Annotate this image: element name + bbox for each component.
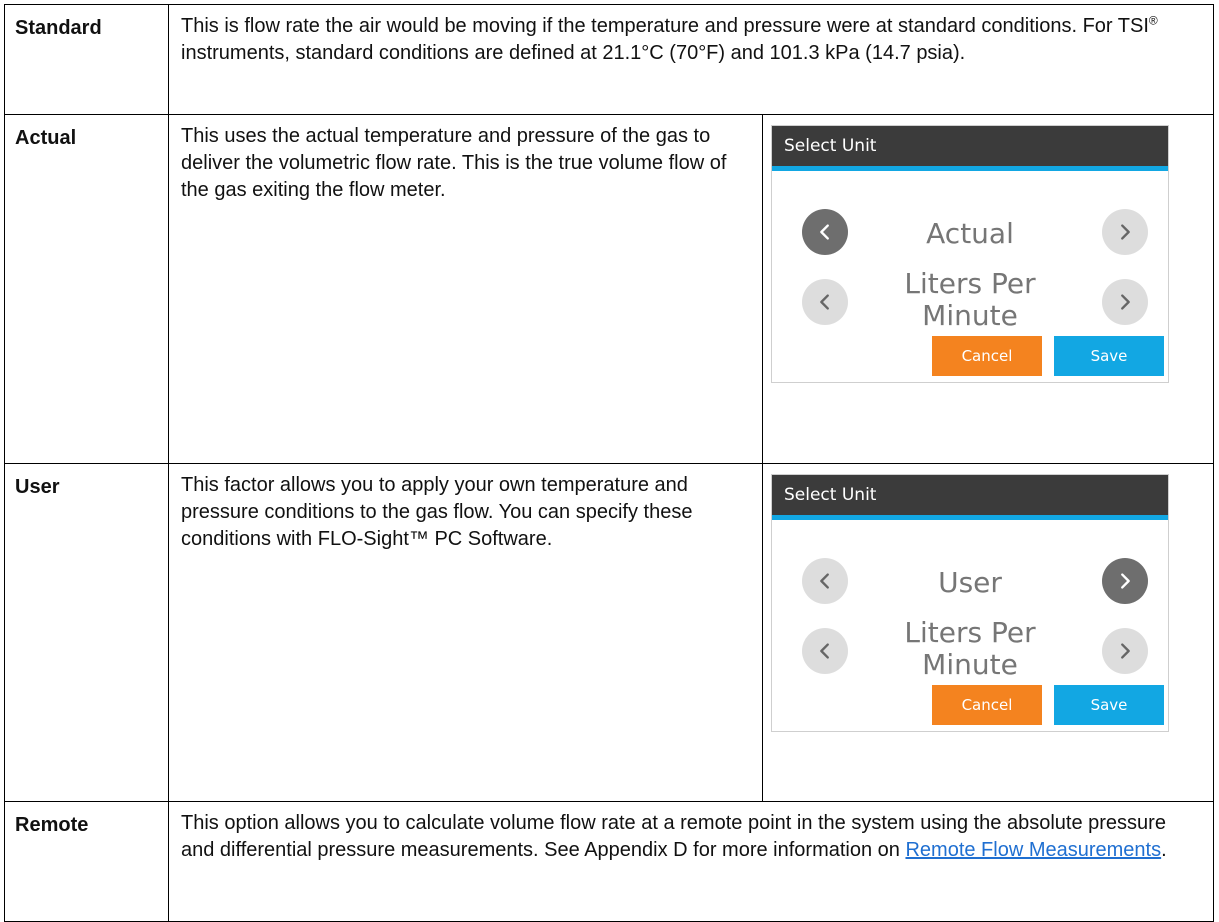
chevron-left-icon	[820, 224, 829, 240]
chevron-right-icon	[1121, 294, 1130, 310]
row-user: User This factor allows you to apply you…	[4, 463, 1215, 802]
option-value: User	[938, 566, 1002, 599]
screenshot-cell-user: Select Unit User Liters Per Minute Cance…	[761, 463, 1215, 802]
screenshot-cell-actual: Select Unit Actual Liters Per Minute Can…	[761, 114, 1215, 464]
row-remote: Remote This option allows you to calcula…	[4, 801, 1215, 922]
chevron-left-icon	[820, 573, 829, 589]
row-actual: Actual This uses the actual temperature …	[4, 114, 1215, 464]
desc-remote: This option allows you to calculate volu…	[167, 801, 1215, 922]
unit-next-button[interactable]	[1102, 628, 1148, 674]
screen-title: Select Unit	[772, 126, 1168, 166]
header-accent-rule	[772, 515, 1168, 520]
cancel-button[interactable]: Cancel	[932, 685, 1042, 725]
term-remote: Remote	[4, 801, 169, 922]
cancel-button[interactable]: Cancel	[932, 336, 1042, 376]
term-actual: Actual	[4, 114, 169, 464]
chevron-right-icon	[1121, 224, 1130, 240]
desc-actual: This uses the actual temperature and pre…	[168, 114, 763, 464]
remote-flow-measurements-link[interactable]: Remote Flow Measurements	[905, 839, 1161, 861]
unit-prev-button[interactable]	[802, 628, 848, 674]
chevron-left-icon	[820, 643, 829, 659]
unit-value: Liters Per Minute	[904, 616, 1036, 681]
save-button[interactable]: Save	[1054, 685, 1164, 725]
select-unit-screen-user: Select Unit User Liters Per Minute Cance…	[771, 474, 1169, 732]
desc-user: This factor allows you to apply your own…	[168, 463, 763, 802]
desc-standard-text-end: instruments, standard conditions are def…	[181, 42, 966, 64]
chevron-left-icon	[820, 294, 829, 310]
chevron-right-icon	[1121, 643, 1130, 659]
unit-value: Liters Per Minute	[904, 267, 1036, 332]
row-standard: Standard This is flow rate the air would…	[4, 4, 1215, 115]
unit-next-button[interactable]	[1102, 279, 1148, 325]
desc-standard-text: This is flow rate the air would be movin…	[181, 15, 1149, 37]
select-unit-screen-actual: Select Unit Actual Liters Per Minute Can…	[771, 125, 1169, 383]
screen-title: Select Unit	[772, 475, 1168, 515]
desc-remote-text-end: .	[1161, 839, 1167, 861]
unit-prev-button[interactable]	[802, 279, 848, 325]
option-next-button[interactable]	[1102, 209, 1148, 255]
option-value: Actual	[926, 217, 1014, 250]
chevron-right-icon	[1121, 573, 1130, 589]
term-user: User	[4, 463, 169, 802]
term-standard: Standard	[4, 4, 169, 115]
desc-standard: This is flow rate the air would be movin…	[167, 4, 1215, 115]
header-accent-rule	[772, 166, 1168, 171]
save-button[interactable]: Save	[1054, 336, 1164, 376]
unit-definitions-table: Standard This is flow rate the air would…	[4, 4, 1215, 922]
option-next-button[interactable]	[1102, 558, 1148, 604]
registered-mark: ®	[1148, 13, 1158, 28]
option-prev-button[interactable]	[802, 209, 848, 255]
option-prev-button[interactable]	[802, 558, 848, 604]
